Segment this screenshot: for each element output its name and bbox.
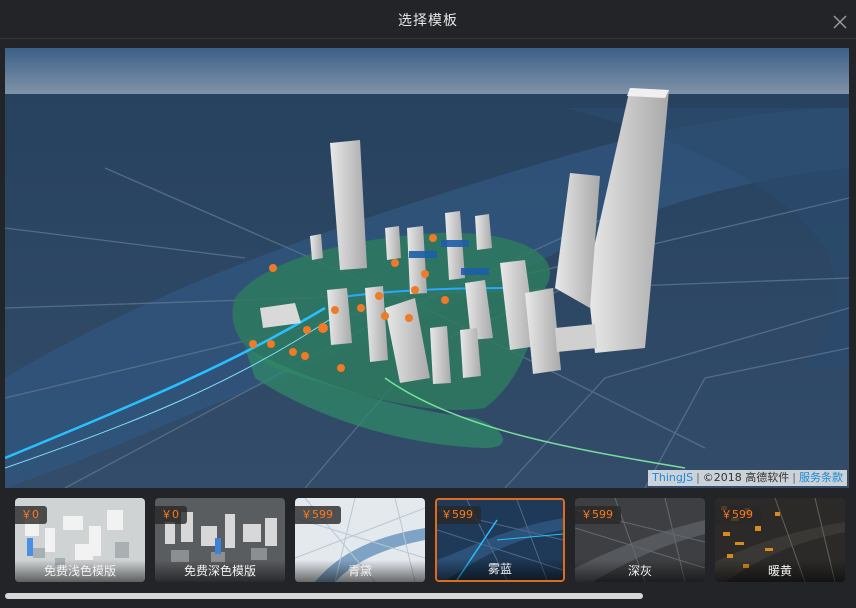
template-thumbnail-strip: ￥0 免费浅色模版 ￥0 免费深色模版 ￥599 青黛 ￥599 雾蓝 ￥599… (0, 492, 856, 592)
template-price-badge: ￥599 (715, 506, 761, 524)
city-3d-scene-image (5, 48, 849, 488)
map-attribution: ThingJS | ©2018 高德软件 | 服务条款 (648, 470, 847, 486)
close-icon[interactable] (832, 14, 848, 30)
template-preview: ThingJS | ©2018 高德软件 | 服务条款 (5, 48, 849, 488)
template-dialog: 选择模板 ThingJS | ©2018 高德软件 | 服务条款 ￥0 免费浅色… (0, 0, 856, 608)
attribution-copyright: ©2018 高德软件 (702, 471, 790, 484)
template-label: 雾蓝 (437, 558, 563, 580)
template-thumb-nuanhuang[interactable]: ￥599 暖黄 (715, 498, 845, 582)
template-price-badge: ￥599 (295, 506, 341, 524)
template-thumb-dark-free[interactable]: ￥0 免费深色模版 (155, 498, 285, 582)
template-label: 免费深色模版 (155, 560, 285, 582)
template-price-badge: ￥0 (15, 506, 47, 524)
template-price-badge: ￥0 (155, 506, 187, 524)
thumbnail-strip-scrollbar[interactable] (5, 592, 851, 600)
attribution-brand-link[interactable]: ThingJS (652, 471, 693, 484)
dialog-title: 选择模板 (398, 13, 458, 29)
title-bar: 选择模板 (0, 0, 856, 39)
template-thumb-shenhui[interactable]: ￥599 深灰 (575, 498, 705, 582)
template-thumb-qingdai[interactable]: ￥599 青黛 (295, 498, 425, 582)
scrollbar-thumb[interactable] (5, 593, 643, 599)
template-label: 深灰 (575, 560, 705, 582)
template-price-badge: ￥599 (437, 506, 481, 524)
template-label: 免费浅色模版 (15, 560, 145, 582)
template-label: 青黛 (295, 560, 425, 582)
attribution-terms-link[interactable]: 服务条款 (799, 471, 843, 484)
template-price-badge: ￥599 (575, 506, 621, 524)
template-thumb-wulan[interactable]: ￥599 雾蓝 (435, 498, 565, 582)
template-label: 暖黄 (715, 560, 845, 582)
template-thumb-light-free[interactable]: ￥0 免费浅色模版 (15, 498, 145, 582)
